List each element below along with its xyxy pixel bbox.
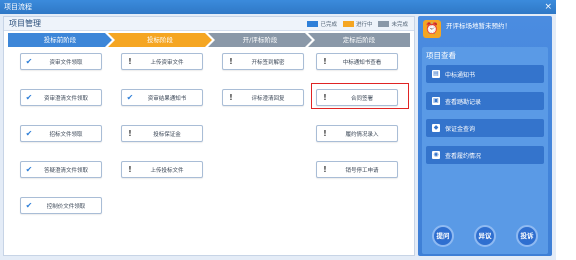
exclamation-icon: ! [128, 165, 132, 174]
task-label: 开标签到解密 [251, 59, 285, 66]
venue-notice[interactable]: 开评标场地暂未预约！ [446, 20, 511, 30]
right-margin [556, 0, 576, 260]
task-label: 评标澄清回复 [251, 95, 285, 102]
stage-progress-bar: 投标前阶段 投标阶段 开/评标阶段 定标后阶段 [8, 33, 410, 47]
stage-post-award[interactable]: 定标后阶段 [308, 33, 410, 47]
legend-label: 未完成 [391, 22, 408, 28]
button-label: 查看踏勘记录 [445, 98, 482, 106]
legend-swatch-inprogress [342, 21, 354, 27]
alarm-clock-icon: ⏰ [423, 20, 441, 38]
task-label: 资审结果通知书 [147, 95, 187, 102]
task-button[interactable]: ! 上传资审文件 [121, 53, 203, 70]
eye-icon: ◉ [432, 151, 440, 159]
legend-swatch-pending [378, 21, 390, 27]
task-button[interactable]: ! 上传投标文件 [121, 161, 203, 178]
document-icon: ▤ [432, 70, 440, 78]
task-label: 答疑澄清文件领取 [43, 167, 88, 174]
task-button[interactable]: ! 评标澄清回复 [222, 89, 304, 106]
check-icon: ✔ [25, 129, 33, 138]
task-label: 上传资审文件 [150, 59, 184, 66]
stage-pre-bidding[interactable]: 投标前阶段 [8, 33, 112, 47]
section-title: 项目查看 [426, 51, 456, 60]
task-label: 中标通知书查看 [342, 59, 382, 66]
button-label: 中标通知书 [445, 71, 476, 79]
project-management-panel: 项目管理 已完成 进行中 未完成 投标前阶段 投标阶段 开/评标阶段 定标后阶段… [3, 16, 415, 256]
exclamation-icon: ! [229, 57, 233, 66]
task-button[interactable]: ! 投标保证金 [121, 125, 203, 142]
task-button[interactable]: ! 开标签到解密 [222, 53, 304, 70]
task-button[interactable]: ! 中标通知书查看 [316, 53, 398, 70]
check-icon: ✔ [126, 93, 134, 102]
exclamation-icon: ! [229, 93, 233, 102]
legend-label: 进行中 [355, 22, 373, 28]
task-button[interactable]: ✔ 控制价文件领取 [20, 197, 102, 214]
task-label: 资审文件领取 [49, 59, 83, 66]
exclamation-icon: ! [128, 129, 132, 138]
stage-opening-evaluation[interactable]: 开/评标阶段 [208, 33, 312, 47]
shield-icon: ◆ [432, 124, 440, 132]
complaint-button[interactable]: 投诉 [516, 225, 538, 247]
task-label: 销号停工申请 [345, 167, 379, 174]
check-icon: ✔ [25, 201, 33, 210]
deposit-query-button[interactable]: ◆ 保证金查询 [426, 119, 544, 137]
highlight-box [311, 83, 409, 109]
task-button[interactable]: ! 履约情况录入 [316, 125, 398, 142]
task-label: 上传投标文件 [150, 167, 184, 174]
task-button[interactable]: ✔ 资审澄清文件领取 [20, 89, 102, 106]
legend-item-pending: 未完成 [378, 20, 408, 28]
task-label: 投标保证金 [153, 131, 181, 138]
task-button[interactable]: ✔ 资审结果通知书 [121, 89, 203, 106]
exclamation-icon: ! [323, 129, 327, 138]
side-notice-bar: ⏰ 开评标场地暂未预约！ [418, 16, 552, 44]
exclamation-icon: ! [128, 57, 132, 66]
check-icon: ✔ [25, 57, 33, 66]
task-label: 履约情况录入 [345, 131, 379, 138]
side-panel: ⏰ 开评标场地暂未预约！ 项目查看 ▤ 中标通知书 ▣ 查看踏勘记录 ◆ 保证金查询 … [418, 16, 552, 256]
award-notice-button[interactable]: ▤ 中标通知书 [426, 65, 544, 83]
check-icon: ✔ [25, 165, 33, 174]
close-icon[interactable]: × [544, 0, 552, 14]
task-button[interactable]: ✔ 答疑澄清文件领取 [20, 161, 102, 178]
question-button[interactable]: 提问 [432, 225, 454, 247]
legend-label: 已完成 [320, 22, 337, 28]
window-titlebar: 项目流程 × [0, 0, 556, 14]
status-legend: 已完成 进行中 未完成 [307, 20, 408, 28]
button-label: 保证金查询 [445, 125, 476, 133]
button-label: 查看履约情况 [445, 152, 482, 160]
legend-swatch-done [307, 21, 319, 27]
legend-item-inprogress: 进行中 [342, 20, 373, 28]
legend-item-done: 已完成 [307, 20, 337, 28]
performance-button[interactable]: ◉ 查看履约情况 [426, 146, 544, 164]
task-label: 招标文件领取 [49, 131, 83, 138]
task-label: 控制价文件领取 [46, 203, 86, 210]
panel-header: 项目管理 已完成 进行中 未完成 [4, 17, 414, 31]
stage-bidding[interactable]: 投标阶段 [108, 33, 212, 47]
project-flow-window: 项目流程 × 项目管理 已完成 进行中 未完成 投标前阶段 投标阶段 开/评标阶… [0, 0, 556, 260]
task-button[interactable]: ✔ 资审文件领取 [20, 53, 102, 70]
id-card-icon: ▣ [432, 97, 440, 105]
objection-button[interactable]: 异议 [474, 225, 496, 247]
exclamation-icon: ! [323, 57, 327, 66]
panel-title: 项目管理 [9, 19, 41, 28]
task-button[interactable]: ✔ 招标文件领取 [20, 125, 102, 142]
task-label: 资审澄清文件领取 [43, 95, 88, 102]
window-title: 项目流程 [4, 3, 32, 11]
project-view-section: 项目查看 ▤ 中标通知书 ▣ 查看踏勘记录 ◆ 保证金查询 ◉ 查看履约情况 提问 异议… [422, 47, 548, 254]
site-survey-button[interactable]: ▣ 查看踏勘记录 [426, 92, 544, 110]
task-button[interactable]: ! 销号停工申请 [316, 161, 398, 178]
exclamation-icon: ! [323, 165, 327, 174]
check-icon: ✔ [25, 93, 33, 102]
